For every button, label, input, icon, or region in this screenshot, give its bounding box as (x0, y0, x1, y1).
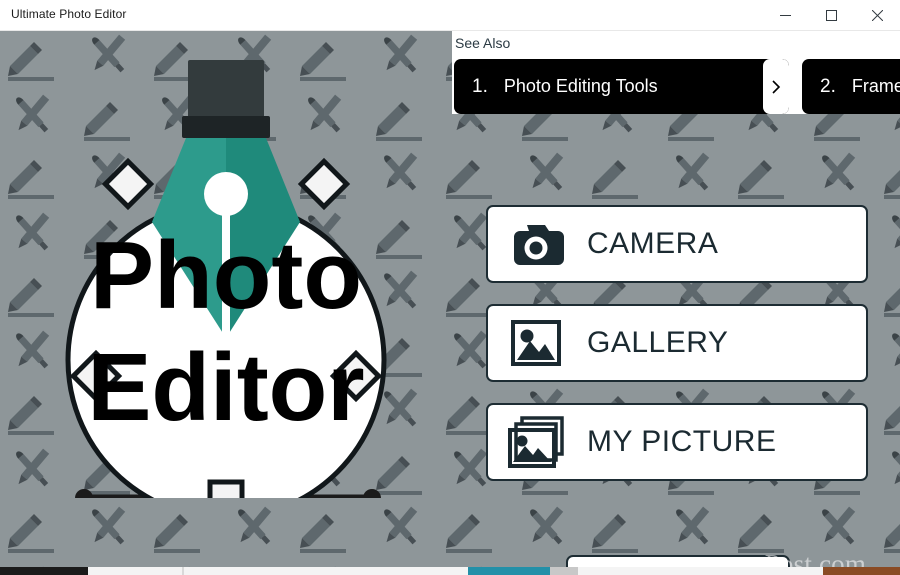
maximize-button[interactable] (808, 0, 854, 30)
manage-purchase-button[interactable]: MANAGE PURCHASE (566, 555, 790, 567)
taskbar-segment-4 (468, 567, 550, 575)
taskbar-segment-1 (88, 567, 182, 575)
camera-icon (505, 221, 567, 267)
taskbar-segment-6 (578, 567, 823, 575)
taskbar-segment-3 (184, 567, 468, 575)
see-also-card-2-label: Frames (851, 76, 900, 96)
see-also-card-2[interactable]: 2. Frames (802, 59, 900, 114)
see-also-card-list: 1. Photo Editing Tools 2. Frames (454, 59, 900, 114)
my-picture-button[interactable]: MY PICTURE (486, 403, 868, 481)
taskbar-sliver (0, 567, 900, 575)
my-picture-button-label: MY PICTURE (587, 425, 777, 458)
camera-button-label: CAMERA (587, 227, 719, 260)
see-also-card-1[interactable]: 1. Photo Editing Tools (454, 59, 789, 114)
minimize-icon (779, 14, 791, 16)
gallery-button[interactable]: GALLERY (486, 304, 868, 382)
minimize-button[interactable] (762, 0, 808, 30)
maximize-icon (825, 9, 837, 21)
slider-dot-right (363, 489, 381, 507)
slider-dot-left (75, 489, 93, 507)
camera-button[interactable]: CAMERA (486, 205, 868, 283)
taskbar-segment-5 (550, 567, 578, 575)
see-also-panel: See Also 1. Photo Editing Tools 2. Frame… (452, 30, 900, 114)
title-bar: Ultimate Photo Editor (0, 0, 900, 31)
see-also-card-1-number: 1. (472, 75, 488, 97)
see-also-card-1-label: Photo Editing Tools (503, 76, 658, 96)
taskbar-segment-7 (823, 567, 900, 575)
close-icon (871, 9, 883, 21)
image-icon (505, 318, 567, 368)
logo-graphic: Photo Editor (65, 60, 387, 521)
logo-text-line2: Editor (87, 334, 364, 441)
action-button-list: CAMERA GALLERY MY PICTURE (486, 205, 868, 502)
window-title: Ultimate Photo Editor (11, 7, 127, 21)
taskbar-segment-0 (0, 567, 88, 575)
app-logo: Photo Editor (36, 30, 416, 521)
caption-button-group (762, 0, 900, 30)
app-window: Ultimate Photo Editor Photo Editor CAMER… (0, 0, 900, 575)
see-also-card-2-number: 2. (820, 75, 836, 97)
chevron-right-icon[interactable] (763, 59, 789, 114)
see-also-title: See Also (455, 35, 511, 51)
close-button[interactable] (854, 0, 900, 30)
chevron-right-glyph (772, 79, 781, 94)
stacked-images-icon (505, 416, 567, 468)
logo-text-line1: Photo (90, 222, 362, 329)
gallery-button-label: GALLERY (587, 326, 729, 359)
